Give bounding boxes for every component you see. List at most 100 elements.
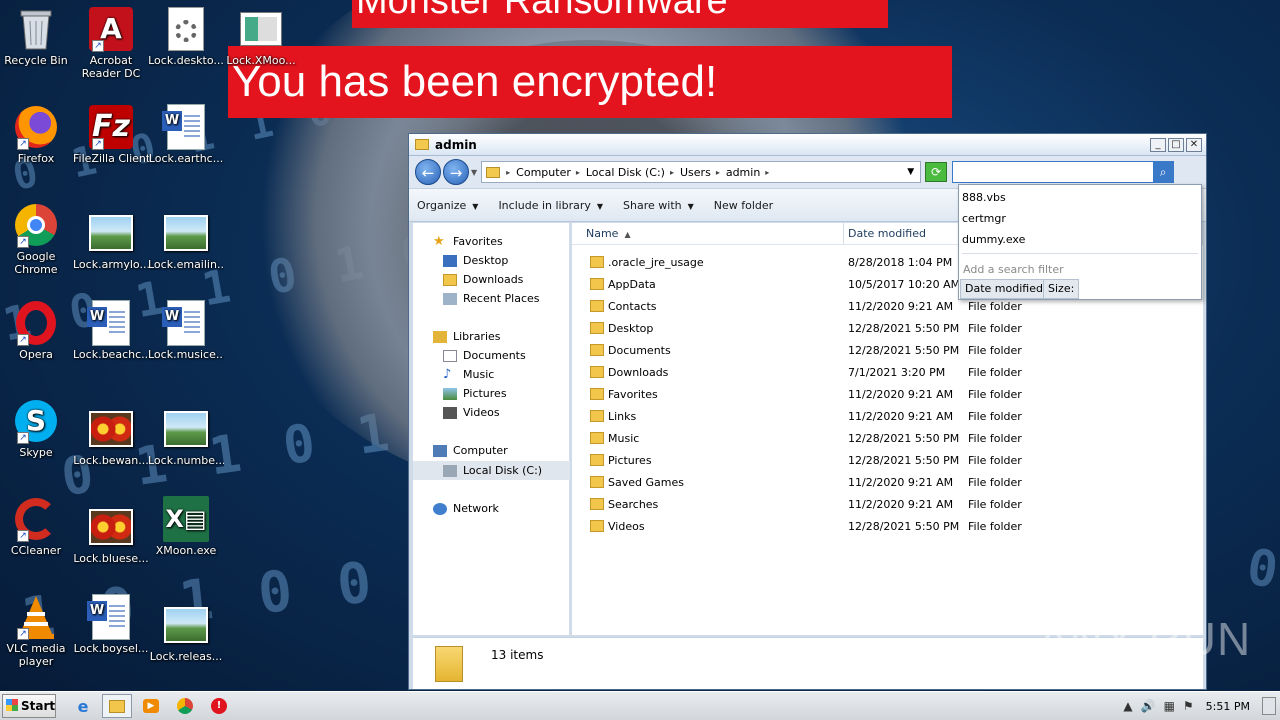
filter-size[interactable]: Size:	[1043, 279, 1080, 299]
desktop-icon-vlc[interactable]: ↗ VLC media player	[0, 594, 74, 668]
nav-libraries[interactable]: Libraries	[433, 330, 501, 343]
opera-taskbar-icon[interactable]: !	[204, 694, 234, 718]
chevron-right-icon[interactable]: ▸	[576, 168, 580, 177]
media-player-icon[interactable]: ▶	[136, 694, 166, 718]
chevron-right-icon[interactable]: ▸	[716, 168, 720, 177]
file-row[interactable]: Favorites 11/2/2020 9:21 AM File folder	[572, 383, 1203, 405]
desktop-icon-xmoon-exe[interactable]: X▤ XMoon.exe	[148, 496, 224, 557]
breadcrumb-computer[interactable]: Computer	[516, 166, 571, 179]
window-titlebar[interactable]: admin _ □ ✕	[409, 134, 1206, 156]
breadcrumb-users[interactable]: Users	[680, 166, 711, 179]
desktop-icon-lock-xmoon[interactable]: Lock.XMoo...	[223, 6, 299, 67]
back-button[interactable]: ←	[415, 159, 441, 185]
nav-network[interactable]: Network	[433, 502, 499, 515]
desktop-icon-acrobat[interactable]: A ↗ Acrobat Reader DC	[73, 6, 149, 80]
desktop-icon-ccleaner[interactable]: ↗ CCleaner	[0, 496, 74, 557]
file-date-modified: 11/2/2020 9:21 AM	[848, 497, 954, 511]
file-row[interactable]: Videos 12/28/2021 5:50 PM File folder	[572, 515, 1203, 537]
chevron-down-icon[interactable]: ▼	[907, 167, 914, 177]
desktop-icon-lock-musice[interactable]: Lock.musice...	[148, 300, 224, 361]
nav-pictures[interactable]: Pictures	[443, 387, 507, 400]
windows-explorer-icon[interactable]	[102, 694, 132, 718]
pictures-icon	[443, 387, 457, 400]
chevron-right-icon[interactable]: ▸	[765, 168, 769, 177]
file-row[interactable]: Desktop 12/28/2021 5:50 PM File folder	[572, 317, 1203, 339]
desktop-icon-filezilla[interactable]: Fz ↗ FileZilla Client	[73, 104, 149, 165]
search-icon[interactable]: ⌕	[1153, 162, 1174, 182]
search-suggestion-item[interactable]: dummy.exe	[962, 233, 1025, 246]
desktop-icon-lock-emailin[interactable]: Lock.emailin...	[148, 210, 224, 271]
search-suggestion-item[interactable]: 888.vbs	[962, 191, 1006, 204]
network-tray-icon[interactable]: ▦	[1164, 699, 1175, 713]
nav-downloads[interactable]: Downloads	[443, 273, 523, 286]
desktop-icon-lock-boysel[interactable]: Lock.boysel...	[73, 594, 149, 655]
file-name: AppData	[608, 277, 656, 291]
nav-computer[interactable]: Computer	[433, 444, 508, 457]
desktop-icon-lock-releas[interactable]: Lock.releas...	[148, 602, 224, 663]
search-input[interactable]	[953, 162, 1154, 182]
file-row[interactable]: Pictures 12/28/2021 5:50 PM File folder	[572, 449, 1203, 471]
desktop-icon-opera[interactable]: ↗ Opera	[0, 300, 74, 361]
desktop-icon-chrome[interactable]: ↗ Google Chrome	[0, 202, 74, 276]
search-suggestion-item[interactable]: certmgr	[962, 212, 1006, 225]
file-type: File folder	[968, 365, 1022, 379]
file-row[interactable]: Documents 12/28/2021 5:50 PM File folder	[572, 339, 1203, 361]
nav-recent-places[interactable]: Recent Places	[443, 292, 540, 305]
desktop-icon-lock-earthc[interactable]: Lock.earthc...	[148, 104, 224, 165]
forward-button[interactable]: →	[443, 159, 469, 185]
address-bar[interactable]: ▸ Computer ▸ Local Disk (C:) ▸ Users ▸ a…	[481, 161, 922, 183]
chrome-taskbar-icon[interactable]	[170, 694, 200, 718]
file-row[interactable]: Searches 11/2/2020 9:21 AM File folder	[572, 493, 1203, 515]
maximize-button[interactable]: □	[1168, 137, 1184, 152]
desktop-icon-lock-numbe[interactable]: Lock.numbe...	[148, 406, 224, 467]
start-button[interactable]: Start	[2, 694, 56, 718]
divider	[962, 253, 1198, 254]
chevron-right-icon[interactable]: ▸	[506, 168, 510, 177]
file-row[interactable]: Downloads 7/1/2021 3:20 PM File folder	[572, 361, 1203, 383]
file-row[interactable]: Music 12/28/2021 5:50 PM File folder	[572, 427, 1203, 449]
volume-icon[interactable]: 🔊	[1141, 699, 1156, 713]
nav-videos[interactable]: Videos	[443, 406, 500, 419]
breadcrumb-local-disk[interactable]: Local Disk (C:)	[586, 166, 665, 179]
desktop-icon-lock-armylo[interactable]: Lock.armylo...	[73, 210, 149, 271]
search-filter-hint: Add a search filter	[963, 263, 1064, 276]
file-thumbnail-icon	[238, 6, 284, 52]
desktop-icon-lock-bewan[interactable]: Lock.bewan...	[73, 406, 149, 467]
nav-desktop[interactable]: Desktop	[443, 254, 508, 267]
clock[interactable]: 5:51 PM	[1206, 700, 1250, 713]
show-desktop-button[interactable]	[1262, 697, 1276, 715]
history-dropdown-icon[interactable]: ▼	[471, 168, 477, 177]
nav-music[interactable]: ♪ Music	[443, 368, 494, 382]
desktop-icon-recycle-bin[interactable]: Recycle Bin	[0, 6, 74, 67]
file-row[interactable]: Links 11/2/2020 9:21 AM File folder	[572, 405, 1203, 427]
minimize-button[interactable]: _	[1150, 137, 1166, 152]
new-folder-button[interactable]: New folder	[714, 199, 773, 212]
desktop-icon-lock-bluese[interactable]: Lock.bluese...	[73, 504, 149, 565]
chevron-up-icon[interactable]: ▲	[1123, 699, 1132, 713]
desktop-icon-skype[interactable]: S ↗ Skype	[0, 398, 74, 459]
folder-icon	[590, 432, 604, 444]
filter-date-modified[interactable]: Date modified:	[960, 279, 1052, 299]
file-type: File folder	[968, 321, 1022, 335]
item-count: 13 items	[491, 648, 544, 662]
computer-icon	[433, 444, 447, 457]
internet-explorer-icon[interactable]: e	[68, 694, 98, 718]
nav-documents[interactable]: Documents	[443, 349, 526, 362]
column-header-name[interactable]: Name ▲	[572, 223, 844, 245]
share-with-button[interactable]: Share with ▼	[623, 199, 694, 212]
close-button[interactable]: ✕	[1186, 137, 1202, 152]
chevron-right-icon[interactable]: ▸	[670, 168, 674, 177]
desktop-icon-lock-beachc[interactable]: Lock.beachc...	[73, 300, 149, 361]
breadcrumb-admin[interactable]: admin	[726, 166, 760, 179]
nav-favorites[interactable]: ★ Favorites	[433, 235, 503, 249]
search-box[interactable]: ⌕	[952, 161, 1175, 183]
file-row[interactable]: Saved Games 11/2/2020 9:21 AM File folder	[572, 471, 1203, 493]
organize-button[interactable]: Organize ▼	[417, 199, 478, 212]
desktop-icon-lock-desktop[interactable]: Lock.deskto...	[148, 6, 224, 67]
desktop-icon-firefox[interactable]: ↗ Firefox	[0, 104, 74, 165]
include-in-library-button[interactable]: Include in library ▼	[498, 199, 603, 212]
recycle-bin-icon	[13, 6, 59, 52]
refresh-button[interactable]: ⟳	[925, 162, 948, 182]
nav-local-disk[interactable]: Local Disk (C:)	[443, 464, 542, 477]
flag-icon[interactable]: ⚑	[1183, 699, 1194, 713]
